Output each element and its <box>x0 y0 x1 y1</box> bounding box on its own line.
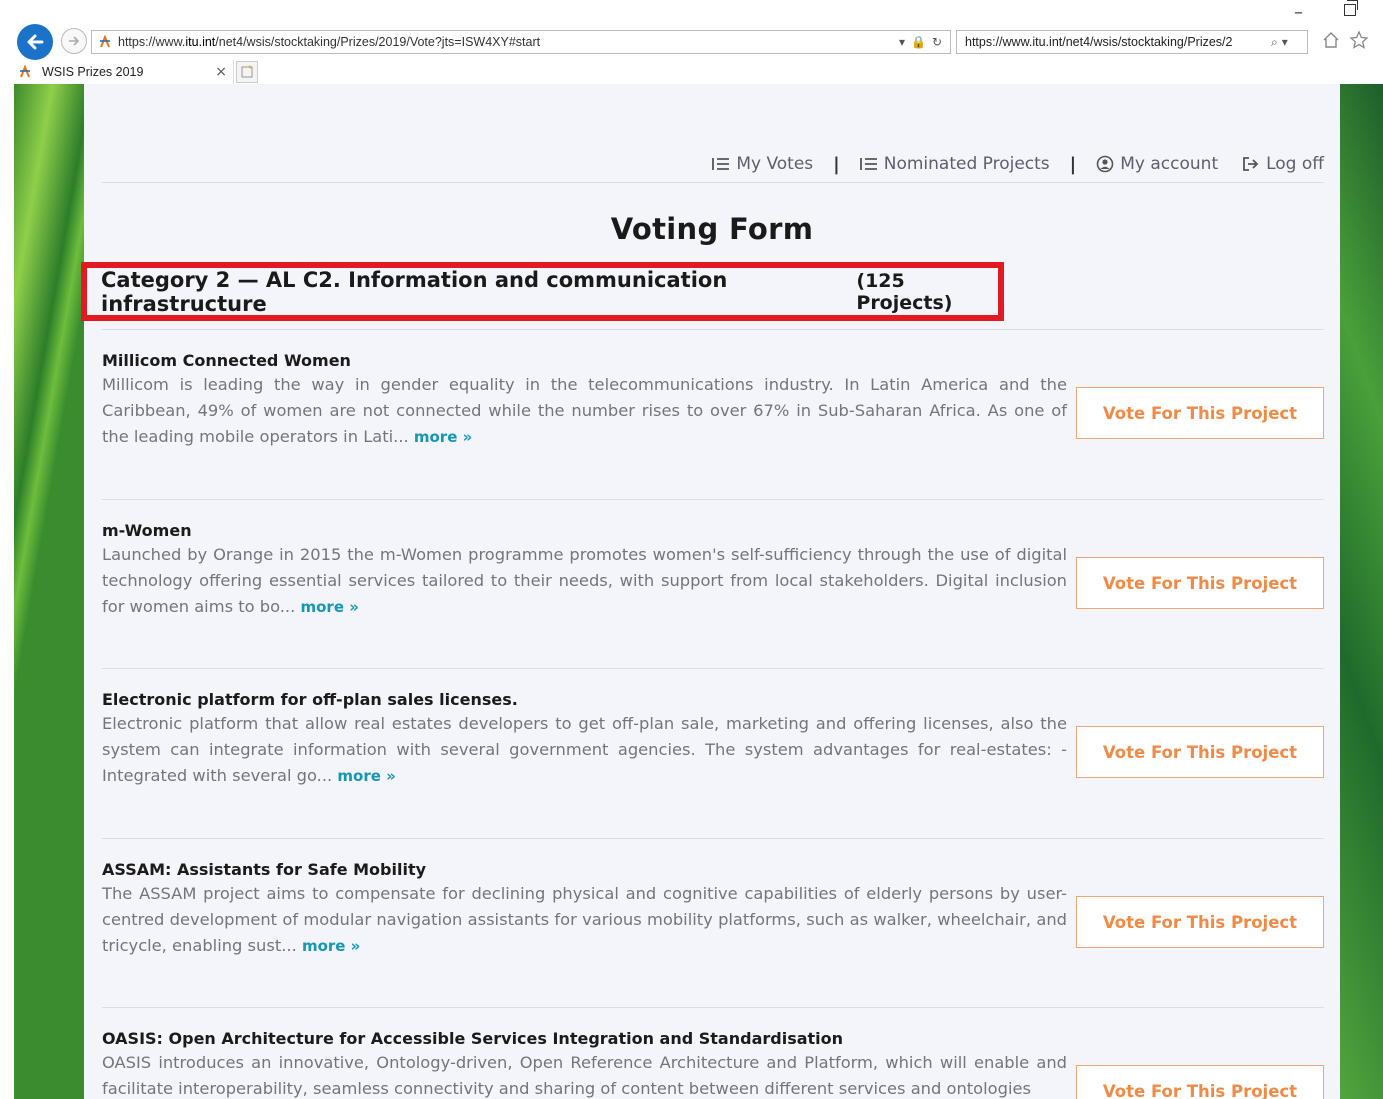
search-bar[interactable]: https://www.itu.int/net4/wsis/stocktakin… <box>956 30 1308 54</box>
background-decoration <box>1339 84 1383 1099</box>
project-title: ASSAM: Assistants for Safe Mobility <box>102 860 427 879</box>
back-arrow-icon <box>27 34 44 50</box>
project-description: OASIS introduces an innovative, Ontology… <box>102 1050 1067 1099</box>
project-title: Electronic platform for off-plan sales l… <box>102 690 518 709</box>
dropdown-icon[interactable]: ▾ <box>899 35 905 49</box>
more-link[interactable]: more » <box>337 767 395 785</box>
category-project-count: (125 Projects) <box>856 269 953 314</box>
browser-tab[interactable]: WSIS Prizes 2019 × <box>14 60 234 84</box>
project-description-text: The ASSAM project aims to compensate for… <box>102 884 1067 955</box>
nav-log-off-label: Log off <box>1266 154 1324 174</box>
page-background: My Votes | Nominated Projects | My accou… <box>14 84 1383 1099</box>
forward-button[interactable] <box>61 28 87 54</box>
new-tab-button[interactable] <box>236 61 258 83</box>
page-title: Voting Form <box>610 212 814 246</box>
project-item: ASSAM: Assistants for Safe Mobility The … <box>102 859 1324 1008</box>
new-tab-icon <box>241 65 253 78</box>
minimize-button[interactable]: – <box>1294 2 1303 23</box>
nav-my-account-label: My account <box>1120 154 1219 174</box>
nav-my-votes-label: My Votes <box>736 154 814 174</box>
address-tools: ▾ 🔒 ↻ <box>899 35 950 49</box>
project-description-text: Millicom is leading the way in gender eq… <box>102 375 1067 446</box>
divider <box>102 838 1324 839</box>
vote-button[interactable]: Vote For This Project <box>1076 1065 1324 1099</box>
project-item: OASIS: Open Architecture for Accessible … <box>102 1028 1324 1099</box>
vote-button[interactable]: Vote For This Project <box>1076 387 1324 439</box>
search-dropdown-icon[interactable]: ▾ <box>1282 35 1288 50</box>
sign-out-icon <box>1243 157 1259 171</box>
list-icon <box>712 158 730 170</box>
search-icon[interactable]: ⌕ <box>1271 35 1278 50</box>
top-navigation: My Votes | Nominated Projects | My accou… <box>102 150 1324 183</box>
lock-icon[interactable]: 🔒 <box>911 35 926 49</box>
nav-nominated-projects-label: Nominated Projects <box>883 154 1050 174</box>
search-input[interactable]: https://www.itu.int/net4/wsis/stocktakin… <box>965 35 1267 49</box>
project-title: m-Women <box>102 521 192 540</box>
project-item: Electronic platform for off-plan sales l… <box>102 689 1324 839</box>
divider <box>102 1007 1324 1008</box>
nav-separator: | <box>1069 153 1077 175</box>
favorites-star-icon[interactable] <box>1349 30 1369 50</box>
nav-log-off[interactable]: Log off <box>1242 154 1324 174</box>
list-icon <box>859 158 877 170</box>
more-link[interactable]: more » <box>300 598 358 616</box>
project-description-text: Launched by Orange in 2015 the m-Women p… <box>102 545 1067 616</box>
divider <box>102 499 1324 500</box>
home-icon[interactable] <box>1321 30 1341 50</box>
project-item: m-Women Launched by Orange in 2015 the m… <box>102 520 1324 669</box>
site-favicon-icon <box>100 35 110 48</box>
project-title: OASIS: Open Architecture for Accessible … <box>102 1029 844 1048</box>
project-description: Millicom is leading the way in gender eq… <box>102 372 1067 450</box>
forward-arrow-icon <box>69 36 80 46</box>
vote-button[interactable]: Vote For This Project <box>1076 896 1324 948</box>
tab-close-icon[interactable]: × <box>215 64 227 80</box>
category-title: Category 2 — AL C2. Information and comm… <box>101 267 728 316</box>
chrome-toolbar <box>1321 30 1369 50</box>
nav-my-votes[interactable]: My Votes <box>712 154 813 174</box>
address-text: https://www.itu.int/net4/wsis/stocktakin… <box>118 35 541 49</box>
user-circle-icon <box>1096 155 1114 173</box>
browser-chrome: – https://www.itu.int/net4/wsis/stocktak… <box>0 0 1383 84</box>
more-link[interactable]: more » <box>302 937 360 955</box>
project-description: The ASSAM project aims to compensate for… <box>102 881 1067 959</box>
tab-favicon-icon <box>20 65 30 78</box>
project-description-text: OASIS introduces an innovative, Ontology… <box>102 1053 1067 1098</box>
project-description: Electronic platform that allow real esta… <box>102 711 1067 789</box>
project-item: Millicom Connected Women Millicom is lea… <box>102 350 1324 500</box>
category-header: Category 2 — AL C2. Information and comm… <box>81 262 1004 321</box>
vote-button[interactable]: Vote For This Project <box>1076 557 1324 609</box>
nav-separator: | <box>833 153 840 175</box>
refresh-icon[interactable]: ↻ <box>932 35 942 49</box>
project-description-text: Electronic platform that allow real esta… <box>102 714 1067 785</box>
nav-nominated-projects[interactable]: Nominated Projects <box>859 154 1050 174</box>
divider <box>102 329 1324 330</box>
more-link[interactable]: more » <box>414 428 472 446</box>
back-button[interactable] <box>17 24 53 60</box>
tab-title: WSIS Prizes 2019 <box>42 65 144 79</box>
vote-button[interactable]: Vote For This Project <box>1076 726 1324 778</box>
nav-my-account[interactable]: My account <box>1096 154 1218 174</box>
address-bar[interactable]: https://www.itu.int/net4/wsis/stocktakin… <box>91 30 951 54</box>
main-content: My Votes | Nominated Projects | My accou… <box>81 84 1340 1099</box>
project-description: Launched by Orange in 2015 the m-Women p… <box>102 542 1067 620</box>
divider <box>102 668 1324 669</box>
restore-button[interactable] <box>1344 0 1358 16</box>
project-title: Millicom Connected Women <box>102 351 351 370</box>
